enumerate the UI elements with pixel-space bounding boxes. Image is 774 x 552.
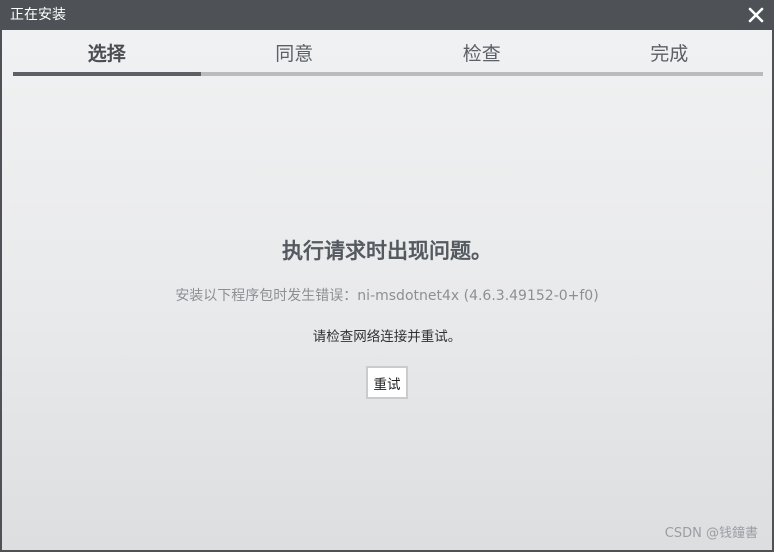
retry-button[interactable]: 重试 bbox=[366, 366, 408, 399]
error-hint: 请检查网络连接并重试。 bbox=[312, 329, 462, 345]
close-icon bbox=[748, 7, 764, 23]
close-button[interactable] bbox=[748, 7, 764, 23]
progress-bar bbox=[13, 72, 763, 76]
step-agree: 同意 bbox=[275, 43, 314, 65]
error-detail: 安装以下程序包时发生错误：ni-msdotnet4x (4.6.3.49152-… bbox=[175, 288, 599, 304]
watermark: CSDN @钱鐘書 bbox=[664, 526, 758, 541]
error-title: 执行请求时出现问题。 bbox=[282, 239, 492, 263]
step-select: 选择 bbox=[87, 43, 126, 65]
step-check: 检查 bbox=[462, 43, 501, 65]
title-bar: 正在安装 bbox=[2, 0, 772, 30]
window-title: 正在安装 bbox=[10, 7, 66, 23]
step-finish: 完成 bbox=[650, 43, 689, 65]
step-tabs: 选择 同意 检查 完成 bbox=[13, 40, 763, 70]
installer-window: 正在安装 选择 同意 检查 完成 执行请求时出现问题。 安装以下程序包时发生错误… bbox=[0, 0, 774, 552]
progress-fill bbox=[13, 72, 201, 76]
